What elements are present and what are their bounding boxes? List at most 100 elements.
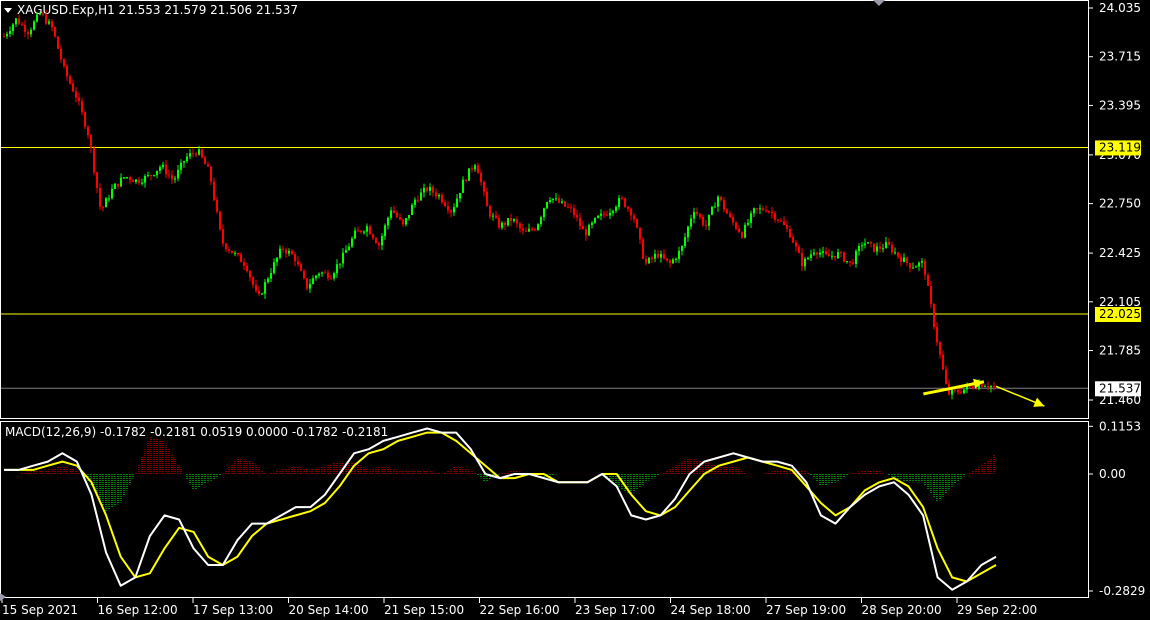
candle-body bbox=[93, 147, 95, 173]
candle-body bbox=[678, 250, 680, 259]
candle-body bbox=[774, 213, 776, 220]
candle-body bbox=[270, 272, 272, 279]
macd-corner-marker-icon bbox=[0, 593, 6, 601]
candle-body bbox=[537, 224, 539, 230]
candle-body bbox=[780, 220, 782, 222]
candle-body bbox=[168, 174, 170, 176]
candle-body bbox=[336, 264, 338, 274]
candle-body bbox=[834, 255, 836, 259]
level-price-label: 22.025 bbox=[1099, 307, 1141, 321]
candle-body bbox=[261, 293, 263, 295]
candle-body bbox=[273, 262, 275, 273]
candle-body bbox=[315, 275, 317, 279]
candle-body bbox=[696, 211, 698, 215]
candle-body bbox=[822, 251, 824, 253]
candle-body bbox=[753, 208, 755, 214]
candle-body bbox=[714, 206, 716, 208]
candle-body bbox=[681, 246, 683, 251]
candle-body bbox=[498, 217, 500, 228]
candle-body bbox=[852, 262, 854, 264]
candle-body bbox=[792, 237, 794, 243]
candle-body bbox=[981, 384, 983, 387]
candle-body bbox=[939, 342, 941, 355]
macd-histogram bbox=[18, 437, 995, 512]
candle-body bbox=[951, 389, 953, 395]
candle-body bbox=[39, 13, 41, 15]
candle-body bbox=[804, 258, 806, 267]
candle-body bbox=[864, 243, 866, 246]
candle-body bbox=[276, 257, 278, 263]
candle-body bbox=[267, 278, 269, 283]
candle-body bbox=[303, 270, 305, 279]
candle-body bbox=[78, 97, 80, 102]
candle-body bbox=[348, 246, 350, 251]
candle-body bbox=[870, 242, 872, 244]
candle-body bbox=[447, 206, 449, 211]
candle-body bbox=[594, 217, 596, 223]
candle-body bbox=[30, 29, 32, 35]
candle-body bbox=[489, 206, 491, 217]
candle-body bbox=[576, 215, 578, 218]
candle-body bbox=[234, 253, 236, 255]
candle-body bbox=[744, 224, 746, 238]
price-tick-label: 23.715 bbox=[1099, 50, 1141, 64]
candle-body bbox=[201, 149, 203, 158]
candle-body bbox=[402, 219, 404, 225]
candle-body bbox=[615, 206, 617, 211]
candle-body bbox=[519, 223, 521, 229]
candle-body bbox=[360, 230, 362, 233]
candle-body bbox=[546, 201, 548, 209]
price-axis: 24.03523.71523.39523.07022.75022.42522.1… bbox=[1088, 1, 1141, 407]
candle-body bbox=[300, 264, 302, 271]
scroll-marker-icon[interactable] bbox=[873, 0, 885, 6]
candle-body bbox=[414, 199, 416, 205]
candle-body bbox=[450, 210, 452, 213]
candle-body bbox=[345, 250, 347, 253]
candle-body bbox=[528, 228, 530, 232]
candle-body bbox=[162, 164, 164, 168]
candle-body bbox=[567, 206, 569, 208]
candle-body bbox=[264, 282, 266, 294]
candle-body bbox=[387, 217, 389, 226]
candle-body bbox=[633, 215, 635, 220]
candle-body bbox=[252, 277, 254, 285]
candle-body bbox=[636, 219, 638, 228]
candle-body bbox=[606, 214, 608, 216]
chart-menu-triangle-icon[interactable] bbox=[4, 8, 12, 13]
candle-body bbox=[630, 208, 632, 216]
macd-lines bbox=[4, 427, 997, 591]
candle-body bbox=[105, 198, 107, 208]
candle-body bbox=[75, 91, 77, 98]
candle-body bbox=[474, 165, 476, 170]
candle-body bbox=[534, 229, 536, 231]
candle-body bbox=[888, 241, 890, 245]
price-tick-label: 23.395 bbox=[1099, 98, 1141, 112]
candle-body bbox=[117, 183, 119, 187]
candle-body bbox=[405, 218, 407, 225]
candle-body bbox=[723, 200, 725, 210]
candle-body bbox=[801, 252, 803, 267]
candle-body bbox=[453, 207, 455, 213]
candle-body bbox=[924, 260, 926, 276]
candle-body bbox=[486, 191, 488, 207]
candle-body bbox=[642, 239, 644, 259]
candle-body bbox=[144, 175, 146, 183]
candle-body bbox=[216, 199, 218, 212]
chart-canvas: XAGUSD.Exp,H1 21.553 21.579 21.506 21.53… bbox=[0, 0, 1145, 617]
candle-body bbox=[435, 192, 437, 197]
candle-body bbox=[231, 250, 233, 254]
candle-body bbox=[759, 208, 761, 210]
candles bbox=[3, 9, 995, 400]
candle-body bbox=[285, 249, 287, 254]
candle-body bbox=[195, 153, 197, 155]
candle-body bbox=[762, 208, 764, 211]
candle-body bbox=[147, 175, 149, 177]
candle-body bbox=[831, 255, 833, 257]
candle-body bbox=[786, 224, 788, 229]
candle-body bbox=[690, 218, 692, 227]
candle-body bbox=[417, 199, 419, 201]
candle-body bbox=[675, 258, 677, 260]
candle-body bbox=[351, 238, 353, 247]
candle-body bbox=[237, 253, 239, 255]
candle-body bbox=[354, 230, 356, 239]
